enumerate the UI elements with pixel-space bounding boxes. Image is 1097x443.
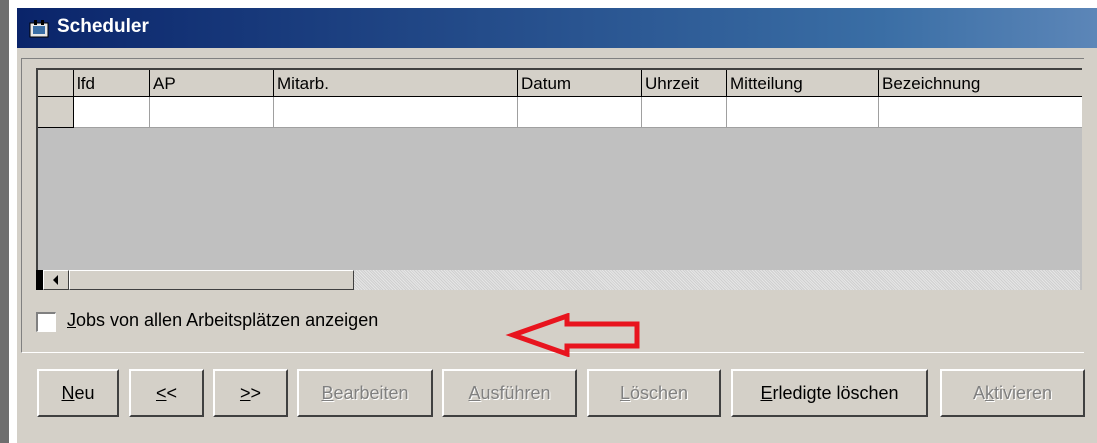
scroll-left-button[interactable] xyxy=(43,270,69,290)
col-header-uhrzeit[interactable]: Uhrzeit xyxy=(642,70,727,97)
accelerator-key: N xyxy=(61,383,75,403)
previous-button[interactable]: << xyxy=(129,369,204,417)
scrollbar-thumb[interactable] xyxy=(69,270,354,290)
col-header-lfd[interactable]: lfd xyxy=(74,70,150,97)
accelerator-key: B xyxy=(321,383,334,403)
next-button[interactable]: >> xyxy=(213,369,288,417)
button-label: > xyxy=(250,383,262,403)
window-edge xyxy=(0,0,9,443)
accelerator-key: A xyxy=(468,383,481,403)
scroll-left-icon xyxy=(53,275,58,285)
window-title: Scheduler xyxy=(57,16,149,37)
button-label: tivieren xyxy=(993,383,1053,403)
accelerator-key: E xyxy=(760,383,773,403)
title-bar[interactable]: Scheduler xyxy=(17,8,1097,48)
accelerator-key: < xyxy=(155,383,167,403)
button-label: earbeiten xyxy=(333,383,409,403)
activate-button[interactable]: Aktivieren xyxy=(940,369,1085,417)
scrollbar-edge xyxy=(36,270,43,290)
col-header-ap[interactable]: AP xyxy=(150,70,274,97)
button-label: A xyxy=(972,383,985,403)
horizontal-scrollbar[interactable] xyxy=(36,270,1080,290)
execute-button[interactable]: Ausführen xyxy=(442,369,577,417)
table-cell[interactable] xyxy=(150,97,274,128)
grid-corner-header xyxy=(38,70,74,97)
table-cell[interactable] xyxy=(74,97,150,128)
table-cell[interactable] xyxy=(727,97,879,128)
col-header-mitarb[interactable]: Mitarb. xyxy=(274,70,518,97)
scheduler-app-icon xyxy=(29,20,49,38)
button-label: eu xyxy=(74,383,95,403)
table-cell[interactable] xyxy=(274,97,518,128)
row-selector[interactable] xyxy=(38,97,74,128)
col-header-datum[interactable]: Datum xyxy=(518,70,642,97)
all-workplaces-checkbox[interactable] xyxy=(36,312,56,332)
button-label: öschen xyxy=(629,383,689,403)
col-header-bezeichnung[interactable]: Bezeichnung xyxy=(879,70,1082,97)
accelerator-key: > xyxy=(239,383,251,403)
button-label: rledigte löschen xyxy=(772,383,899,403)
accelerator-key: L xyxy=(619,383,630,403)
table-cell[interactable] xyxy=(642,97,727,128)
table-cell[interactable] xyxy=(879,97,1082,128)
button-label: < xyxy=(166,383,178,403)
jobs-grid[interactable]: lfd AP Mitarb. Datum Uhrzeit Mitteilung … xyxy=(36,68,1082,290)
edit-button[interactable]: Bearbeiten xyxy=(297,369,433,417)
col-header-mitteilung[interactable]: Mitteilung xyxy=(727,70,879,97)
table-cell[interactable] xyxy=(518,97,642,128)
red-arrow-annotation xyxy=(505,313,640,357)
accelerator-key: J xyxy=(67,310,76,330)
delete-button[interactable]: Löschen xyxy=(587,369,721,417)
all-workplaces-label[interactable]: Jobs von allen Arbeitsplätzen anzeigen xyxy=(67,310,378,331)
accelerator-key: k xyxy=(984,383,994,403)
label-text: obs von allen Arbeitsplätzen anzeigen xyxy=(76,310,379,330)
button-label: usführen xyxy=(480,383,551,403)
delete-completed-button[interactable]: Erledigte löschen xyxy=(731,369,928,417)
new-button[interactable]: Neu xyxy=(37,369,119,417)
